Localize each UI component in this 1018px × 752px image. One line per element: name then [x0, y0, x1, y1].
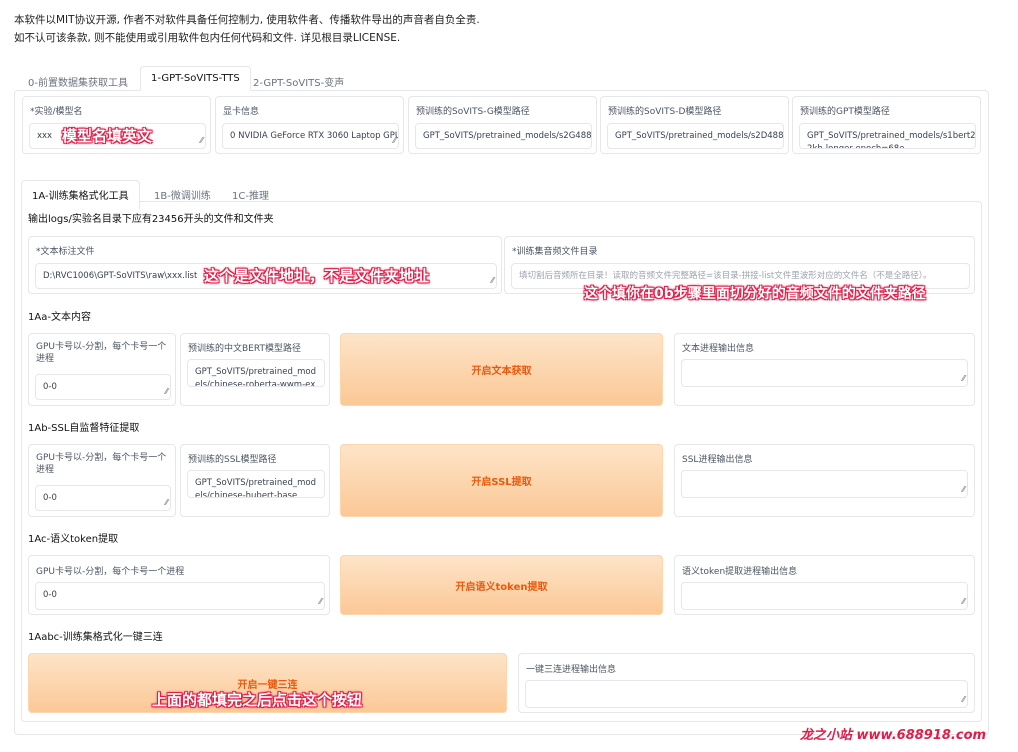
license-notice-line1: 本软件以MIT协议开源, 作者不对软件具备任何控制力, 使用软件者、传播软件导出…	[14, 14, 480, 26]
gpu-info-card: 显卡信息 0 NVIDIA GeForce RTX 3060 Laptop GP…	[215, 96, 404, 154]
license-notice-line2: 如不认可该条款, 则不能使用或引用软件包内任何代码和文件. 详见根目录LICEN…	[14, 32, 401, 44]
resize-icon: ⁄⁄	[165, 498, 168, 507]
annotation-model-name: 模型名填英文	[62, 127, 153, 145]
annotation-click-button: 上面的都填完之后点击这个按钮	[152, 691, 363, 709]
ssl-gpu-label: GPU卡号以-分割，每个卡号一个进程	[36, 453, 167, 475]
sovits-g-card: 预训练的SoVITS-G模型路径 GPT_SoVITS/pretrained_m…	[408, 96, 597, 154]
gpt-input[interactable]: GPT_SoVITS/pretrained_models/s1bert25hz-…	[799, 123, 976, 149]
start-ssl-extract-button[interactable]: 开启SSL提取	[340, 444, 663, 517]
sovits-d-card: 预训练的SoVITS-D模型路径 GPT_SoVITS/pretrained_m…	[600, 96, 789, 154]
token-output-label: 语义token提取进程输出信息	[682, 567, 798, 577]
gpu-info-label: 显卡信息	[223, 107, 260, 117]
gpu-info-input[interactable]: 0 NVIDIA GeForce RTX 3060 Laptop GPU ⁄⁄	[222, 123, 399, 149]
sovits-d-label: 预训练的SoVITS-D模型路径	[608, 107, 722, 117]
ssl-gpu-input[interactable]: 0-0 ⁄⁄	[35, 485, 171, 511]
annotation-audio-dir: 这个填你在0b步骤里面切分好的音频文件的文件夹路径	[584, 286, 926, 302]
one-click-output-box[interactable]: ⁄⁄	[525, 680, 968, 708]
sovits-d-input[interactable]: GPT_SoVITS/pretrained_models/s2D488k.pth	[607, 123, 784, 149]
text-gpu-label: GPU卡号以-分割，每个卡号一个进程	[36, 342, 167, 364]
one-click-output-label: 一键三连进程输出信息	[526, 665, 617, 675]
ssl-model-card: 预训练的SSL模型路径 GPT_SoVITS/pretrained_models…	[180, 444, 330, 517]
sovits-g-label: 预训练的SoVITS-G模型路径	[416, 107, 530, 117]
annotation-file-path: 这个是文件地址，不是文件夹地址	[204, 267, 430, 285]
tab-1a-format[interactable]: 1A-训练集格式化工具	[21, 180, 140, 209]
resize-icon: ⁄⁄	[962, 485, 965, 494]
token-gpu-input[interactable]: 0-0 ⁄⁄	[35, 582, 325, 610]
text-gpu-input[interactable]: 0-0 ⁄⁄	[35, 374, 171, 400]
token-output-card: 语义token提取进程输出信息 ⁄⁄	[674, 555, 975, 615]
resize-icon: ⁄⁄	[491, 276, 494, 285]
text-output-card: 文本进程输出信息 ⁄⁄	[674, 333, 975, 406]
resize-icon: ⁄⁄	[962, 695, 965, 704]
resize-icon: ⁄⁄	[962, 374, 965, 383]
ssl-output-card: SSL进程输出信息 ⁄⁄	[674, 444, 975, 517]
section-1aabc-title: 1Aabc-训练集格式化一键三连	[28, 632, 163, 643]
gpt-label: 预训练的GPT模型路径	[800, 107, 890, 117]
token-output-box[interactable]: ⁄⁄	[681, 582, 968, 610]
ssl-model-input[interactable]: GPT_SoVITS/pretrained_models/chinese-hub…	[187, 470, 325, 498]
text-output-label: 文本进程输出信息	[682, 344, 755, 354]
ssl-output-box[interactable]: ⁄⁄	[681, 470, 968, 498]
sovits-g-input[interactable]: GPT_SoVITS/pretrained_models/s2G488k.pth	[415, 123, 592, 149]
text-label-file-label: *文本标注文件	[36, 247, 95, 257]
gpt-card: 预训练的GPT模型路径 GPT_SoVITS/pretrained_models…	[792, 96, 981, 154]
bert-model-card: 预训练的中文BERT模型路径 GPT_SoVITS/pretrained_mod…	[180, 333, 330, 406]
start-text-extract-button[interactable]: 开启文本获取	[340, 333, 663, 406]
text-output-box[interactable]: ⁄⁄	[681, 359, 968, 387]
text-gpu-card: GPU卡号以-分割，每个卡号一个进程 0-0 ⁄⁄	[28, 333, 176, 406]
resize-icon: ⁄⁄	[393, 136, 396, 145]
resize-icon: ⁄⁄	[165, 387, 168, 396]
bert-model-input[interactable]: GPT_SoVITS/pretrained_models/chinese-rob…	[187, 359, 325, 387]
ssl-gpu-card: GPU卡号以-分割，每个卡号一个进程 0-0 ⁄⁄	[28, 444, 176, 517]
exp-name-label: *实验/模型名	[30, 107, 83, 117]
token-gpu-card: GPU卡号以-分割，每个卡号一个进程 0-0 ⁄⁄	[28, 555, 330, 615]
tab-gpt-sovits-tts[interactable]: 1-GPT-SoVITS-TTS	[140, 66, 251, 91]
resize-icon: ⁄⁄	[962, 597, 965, 606]
resize-icon: ⁄⁄	[200, 136, 203, 145]
ssl-model-label: 预训练的SSL模型路径	[188, 455, 277, 465]
one-click-output-card: 一键三连进程输出信息 ⁄⁄	[518, 653, 975, 713]
start-token-extract-button[interactable]: 开启语义token提取	[340, 555, 663, 615]
section-1ac-title: 1Ac-语义token提取	[28, 534, 119, 545]
output-hint: 输出logs/实验名目录下应有23456开头的文件和文件夹	[28, 214, 274, 225]
watermark: 龙之小站 www.688918.com	[800, 728, 987, 743]
audio-dir-label: *训练集音频文件目录	[512, 247, 598, 257]
section-1aa-title: 1Aa-文本内容	[28, 312, 91, 323]
ssl-output-label: SSL进程输出信息	[682, 455, 753, 465]
section-1ab-title: 1Ab-SSL自监督特征提取	[28, 423, 140, 434]
bert-model-label: 预训练的中文BERT模型路径	[188, 344, 301, 354]
token-gpu-label: GPU卡号以-分割，每个卡号一个进程	[36, 567, 185, 577]
resize-icon: ⁄⁄	[319, 597, 322, 606]
